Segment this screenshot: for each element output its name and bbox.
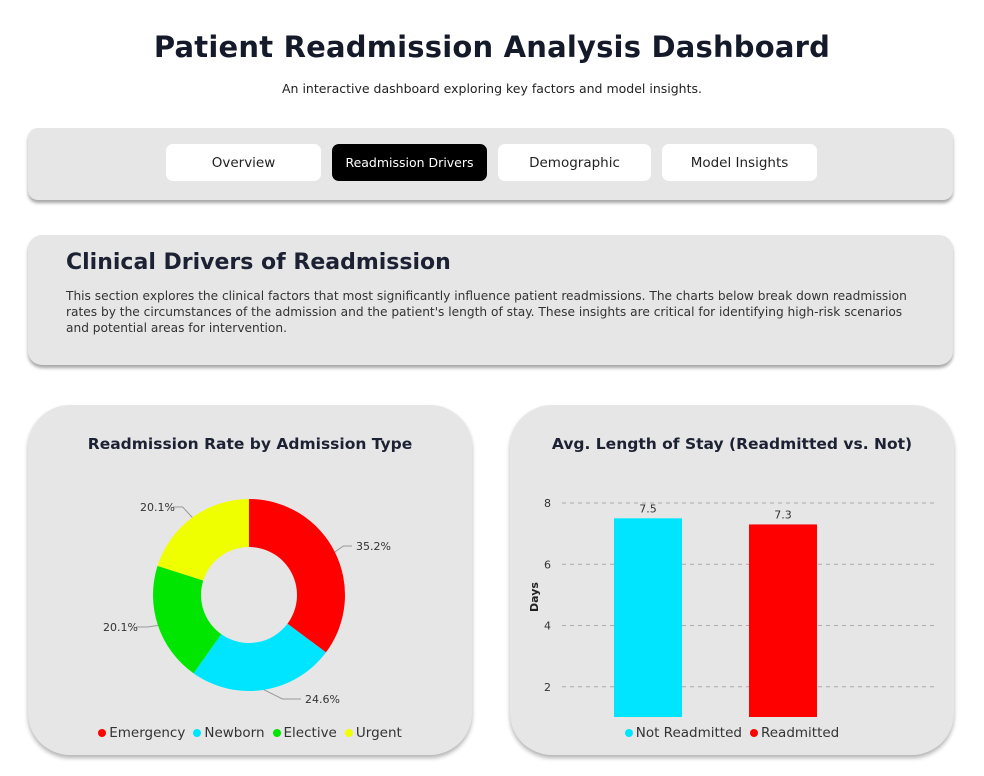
donut-slice-emergency[interactable] (249, 499, 345, 653)
legend-dot-icon (272, 729, 281, 737)
legend-label: Not Readmitted (635, 725, 742, 741)
legend-item-not-readmitted[interactable]: Not Readmitted (624, 725, 742, 741)
legend-label: Readmitted (760, 725, 840, 741)
y-tick-label: 2 (544, 681, 551, 694)
legend-label: Elective (283, 725, 337, 741)
legend-item-emergency[interactable]: Emergency (98, 725, 185, 741)
bar-data-label: 7.3 (774, 508, 792, 521)
length-of-stay-chart-card: Avg. Length of Stay (Readmitted vs. Not)… (510, 405, 954, 755)
legend-dot-icon (344, 729, 353, 737)
leader-line (173, 506, 193, 518)
slice-data-label: 20.1% (140, 501, 175, 514)
legend-item-readmitted[interactable]: Readmitted (749, 725, 840, 741)
intro-panel: Clinical Drivers of Readmission This sec… (28, 235, 953, 365)
page-title: Patient Readmission Analysis Dashboard (153, 30, 831, 64)
legend-dot-icon (749, 729, 758, 737)
bar-readmitted[interactable] (749, 524, 817, 717)
bar-legend: Not Readmitted Readmitted (510, 725, 954, 741)
section-description: This section explores the clinical facto… (66, 289, 907, 335)
legend-label: Emergency (109, 725, 186, 741)
legend-item-elective[interactable]: Elective (272, 725, 337, 741)
legend-dot-icon (98, 729, 107, 737)
leader-line (334, 545, 352, 553)
leader-line (263, 689, 301, 700)
page-subtitle: An interactive dashboard exploring key f… (282, 81, 702, 96)
tab-readmission-drivers[interactable]: Readmission Drivers (332, 144, 487, 181)
bar-data-label: 7.5 (639, 502, 657, 515)
nav-bar: Overview Readmission Drivers Demographic… (28, 128, 953, 200)
legend-item-newborn[interactable]: Newborn (193, 725, 265, 741)
tab-overview[interactable]: Overview (166, 144, 321, 181)
legend-dot-icon (193, 729, 202, 737)
legend-item-urgent[interactable]: Urgent (344, 725, 402, 741)
y-axis-label: Days (528, 582, 541, 612)
legend-dot-icon (624, 729, 633, 737)
slice-data-label: 24.6% (305, 693, 340, 706)
leader-line (136, 625, 159, 628)
section-title: Clinical Drivers of Readmission (66, 250, 451, 275)
tab-model-insights[interactable]: Model Insights (662, 144, 817, 181)
donut-legend: Emergency Newborn Elective Urgent (28, 725, 472, 741)
y-tick-label: 8 (544, 497, 551, 510)
donut-chart: 35.2% 24.6% 20.1% 20.1% (103, 499, 391, 706)
bar-chart: 2 4 6 8 Days 7.5 7.3 (528, 497, 938, 717)
legend-label: Urgent (355, 725, 402, 741)
slice-data-label: 35.2% (356, 540, 391, 553)
bar-not-readmitted[interactable] (614, 518, 682, 717)
slice-data-label: 20.1% (103, 621, 138, 634)
legend-label: Newborn (204, 725, 265, 741)
admission-type-chart-card: Readmission Rate by Admission Type 35.2%… (28, 405, 472, 755)
tab-demographic[interactable]: Demographic (498, 144, 651, 181)
y-tick-label: 4 (544, 620, 551, 633)
y-tick-label: 6 (544, 558, 551, 571)
